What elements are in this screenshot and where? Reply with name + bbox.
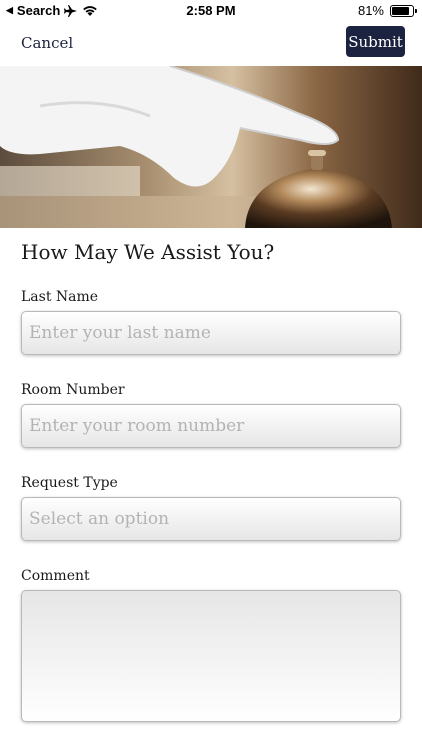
cancel-button[interactable]: Cancel bbox=[21, 34, 73, 52]
last-name-input[interactable] bbox=[21, 311, 401, 355]
room-number-input[interactable] bbox=[21, 404, 401, 448]
request-type-select[interactable]: Select an option bbox=[21, 497, 401, 541]
room-number-label: Room Number bbox=[21, 382, 125, 398]
status-bar: ◀ Search 2:58 PM 81% bbox=[0, 0, 422, 22]
form-title: How May We Assist You? bbox=[21, 240, 275, 264]
battery-percent: 81% bbox=[357, 3, 384, 18]
service-bell-illustration bbox=[0, 66, 422, 228]
hero-image bbox=[0, 66, 422, 228]
submit-button[interactable]: Submit bbox=[346, 26, 405, 57]
comment-label: Comment bbox=[21, 568, 90, 584]
status-right: 81% bbox=[357, 3, 417, 18]
battery-fill bbox=[392, 6, 409, 15]
last-name-label: Last Name bbox=[21, 289, 99, 305]
request-type-label: Request Type bbox=[21, 475, 118, 491]
nav-bar: Cancel Submit bbox=[0, 22, 422, 66]
battery-icon bbox=[390, 4, 417, 17]
comment-textarea[interactable] bbox=[21, 590, 401, 722]
request-type-placeholder: Select an option bbox=[29, 509, 170, 529]
